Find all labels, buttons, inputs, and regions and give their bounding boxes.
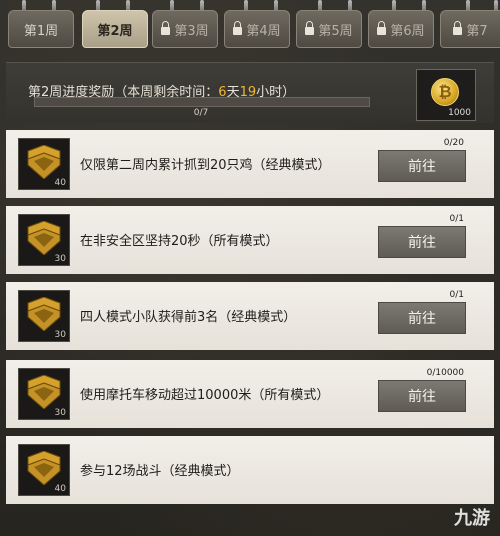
tab-week-7-label: 第7 [466,23,488,39]
tab-week-2[interactable]: 第2周 [82,10,148,48]
lock-icon [233,21,243,35]
weekly-progress-panel: 第2周进度奖励（本周剩余时间：6天19小时） 0/7 ₿ 1000 [6,62,494,123]
quest-description: 仅限第二周内累计抓到20只鸡（经典模式） [80,158,331,173]
tab-week-1[interactable]: 第1周 [8,10,74,48]
quest-points: 40 [54,484,66,494]
quest-points: 40 [54,178,66,188]
quest-description: 使用摩托车移动超过10000米（所有模式） [80,388,330,403]
quest-row-3: 30 四人模式小队获得前3名（经典模式） 0/1 前往 [6,282,494,350]
lock-icon [377,21,387,35]
tab-week-7[interactable]: 第7 [440,10,500,48]
quest-row-1: 40 仅限第二周内累计抓到20只鸡（经典模式） 0/20 前往 [6,130,494,198]
go-button[interactable]: 前往 [378,226,466,258]
weekly-reward-item[interactable]: ₿ 1000 [416,69,476,121]
week-tab-bar: 第1周 第2周 第3周 第4周 第5周 第6周 第7 [0,0,500,50]
tab-week-2-label: 第2周 [97,23,133,39]
quest-progress: 0/1 [449,290,464,300]
lock-icon [453,21,463,35]
go-button[interactable]: 前往 [378,302,466,334]
quest-points: 30 [54,330,66,340]
reward-count: 1000 [448,108,471,118]
quest-progress: 0/20 [443,138,464,148]
tab-week-4-label: 第4周 [246,23,281,39]
tab-week-5-label: 第5周 [318,23,353,39]
quest-progress: 0/1 [449,214,464,224]
quest-row-4: 30 使用摩托车移动超过10000米（所有模式） 0/10000 前往 [6,360,494,428]
quest-description: 四人模式小队获得前3名（经典模式） [80,310,297,325]
tab-week-3-label: 第3周 [174,23,209,39]
quest-row-5: 40 参与12场战斗（经典模式） 前往 [6,436,494,504]
tab-week-6-label: 第6周 [390,23,425,39]
tab-week-5[interactable]: 第5周 [296,10,362,48]
go-button[interactable]: 前往 [378,380,466,412]
chevron-rank-icon: 40 [18,444,70,496]
weekly-progress-bar [34,97,370,107]
quest-points: 30 [54,254,66,264]
chevron-rank-icon: 30 [18,290,70,342]
quest-row-2: 30 在非安全区坚持20秒（所有模式） 0/1 前往 [6,206,494,274]
tab-week-3[interactable]: 第3周 [152,10,218,48]
tab-week-4[interactable]: 第4周 [224,10,290,48]
quest-points: 30 [54,408,66,418]
watermark-logo: 九游 [454,508,490,529]
weekly-progress-text: 0/7 [193,108,209,118]
lock-icon [305,21,315,35]
quest-description: 参与12场战斗（经典模式） [80,464,240,479]
chevron-rank-icon: 30 [18,368,70,420]
chevron-rank-icon: 30 [18,214,70,266]
lock-icon [161,21,171,35]
go-button[interactable]: 前往 [378,150,466,182]
gold-coin-icon: ₿ [431,78,459,106]
chevron-rank-icon: 40 [18,138,70,190]
quest-progress: 0/10000 [426,368,464,378]
quest-description: 在非安全区坚持20秒（所有模式） [80,234,279,249]
tab-week-1-label: 第1周 [23,23,59,39]
tab-week-6[interactable]: 第6周 [368,10,434,48]
